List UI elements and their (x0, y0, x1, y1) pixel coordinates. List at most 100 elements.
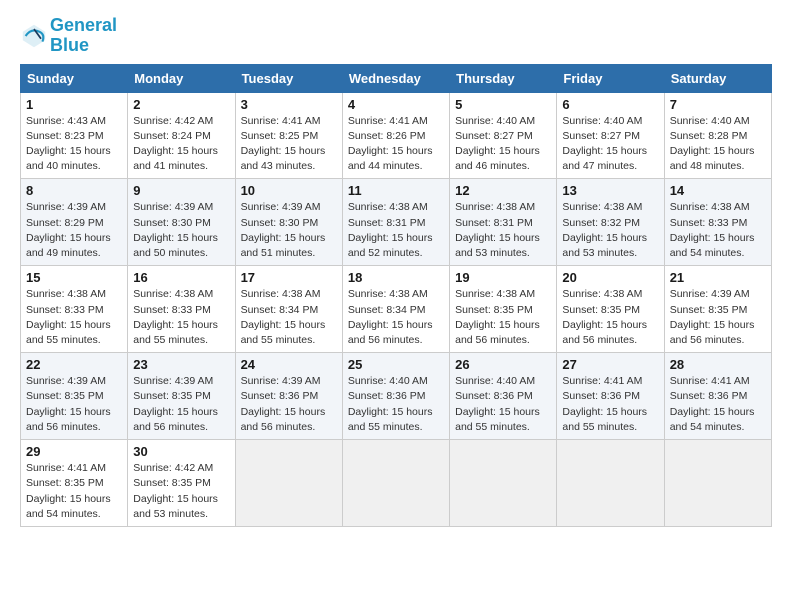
day-cell-6: 6 Sunrise: 4:40 AM Sunset: 8:27 PM Daylig… (557, 92, 664, 179)
day-cell-3: 3Sunrise: 4:41 AM Sunset: 8:25 PM Daylig… (235, 92, 342, 179)
day-info: Sunrise: 4:38 AM Sunset: 8:31 PM Dayligh… (348, 200, 444, 261)
day-cell-18: 18Sunrise: 4:38 AM Sunset: 8:34 PM Dayli… (342, 266, 449, 353)
day-number: 27 (562, 357, 658, 372)
day-info: Sunrise: 4:39 AM Sunset: 8:30 PM Dayligh… (241, 200, 337, 261)
day-cell-21: 21 Sunrise: 4:39 AM Sunset: 8:35 PM Dayli… (664, 266, 771, 353)
empty-cell (342, 440, 449, 527)
logo-text: General Blue (50, 16, 117, 56)
day-info: Sunrise: 4:39 AM Sunset: 8:35 PM Dayligh… (26, 374, 122, 435)
day-info: Sunrise: 4:42 AM Sunset: 8:24 PM Dayligh… (133, 114, 229, 175)
day-number: 4 (348, 97, 444, 112)
day-info: Sunrise: 4:38 AM Sunset: 8:33 PM Dayligh… (26, 287, 122, 348)
empty-cell (235, 440, 342, 527)
day-number: 15 (26, 270, 122, 285)
day-info: Sunrise: 4:41 AM Sunset: 8:36 PM Dayligh… (670, 374, 766, 435)
day-number: 12 (455, 183, 551, 198)
day-number: 5 (455, 97, 551, 112)
day-info: Sunrise: 4:40 AM Sunset: 8:36 PM Dayligh… (455, 374, 551, 435)
day-info: Sunrise: 4:42 AM Sunset: 8:35 PM Dayligh… (133, 461, 229, 522)
day-number: 20 (562, 270, 658, 285)
day-info: Sunrise: 4:38 AM Sunset: 8:33 PM Dayligh… (133, 287, 229, 348)
day-cell-24: 24 Sunrise: 4:39 AM Sunset: 8:36 PM Dayli… (235, 353, 342, 440)
day-number: 7 (670, 97, 766, 112)
day-number: 22 (26, 357, 122, 372)
week-row-3: 15 Sunrise: 4:38 AM Sunset: 8:33 PM Dayli… (21, 266, 772, 353)
day-number: 21 (670, 270, 766, 285)
day-info: Sunrise: 4:39 AM Sunset: 8:36 PM Dayligh… (241, 374, 337, 435)
day-info: Sunrise: 4:38 AM Sunset: 8:34 PM Dayligh… (241, 287, 337, 348)
day-number: 8 (26, 183, 122, 198)
day-cell-30: 30 Sunrise: 4:42 AM Sunset: 8:35 PM Dayli… (128, 440, 235, 527)
day-info: Sunrise: 4:41 AM Sunset: 8:26 PM Dayligh… (348, 114, 444, 175)
day-number: 29 (26, 444, 122, 459)
day-number: 26 (455, 357, 551, 372)
day-cell-28: 28 Sunrise: 4:41 AM Sunset: 8:36 PM Dayli… (664, 353, 771, 440)
logo-blue: Blue (50, 35, 89, 55)
day-cell-12: 12 Sunrise: 4:38 AM Sunset: 8:31 PM Dayli… (450, 179, 557, 266)
day-cell-1: 1 Sunrise: 4:43 AM Sunset: 8:23 PM Daylig… (21, 92, 128, 179)
col-header-monday: Monday (128, 64, 235, 92)
day-cell-27: 27 Sunrise: 4:41 AM Sunset: 8:36 PM Dayli… (557, 353, 664, 440)
day-info: Sunrise: 4:38 AM Sunset: 8:32 PM Dayligh… (562, 200, 658, 261)
header: General Blue (20, 16, 772, 56)
week-row-1: 1 Sunrise: 4:43 AM Sunset: 8:23 PM Daylig… (21, 92, 772, 179)
day-number: 10 (241, 183, 337, 198)
col-header-saturday: Saturday (664, 64, 771, 92)
day-cell-13: 13Sunrise: 4:38 AM Sunset: 8:32 PM Dayli… (557, 179, 664, 266)
day-number: 14 (670, 183, 766, 198)
day-info: Sunrise: 4:41 AM Sunset: 8:25 PM Dayligh… (241, 114, 337, 175)
empty-cell (557, 440, 664, 527)
day-info: Sunrise: 4:38 AM Sunset: 8:35 PM Dayligh… (455, 287, 551, 348)
day-number: 28 (670, 357, 766, 372)
day-cell-29: 29 Sunrise: 4:41 AM Sunset: 8:35 PM Dayli… (21, 440, 128, 527)
col-header-thursday: Thursday (450, 64, 557, 92)
day-number: 2 (133, 97, 229, 112)
day-cell-17: 17 Sunrise: 4:38 AM Sunset: 8:34 PM Dayli… (235, 266, 342, 353)
day-cell-26: 26 Sunrise: 4:40 AM Sunset: 8:36 PM Dayli… (450, 353, 557, 440)
day-cell-2: 2 Sunrise: 4:42 AM Sunset: 8:24 PM Daylig… (128, 92, 235, 179)
day-cell-15: 15 Sunrise: 4:38 AM Sunset: 8:33 PM Dayli… (21, 266, 128, 353)
day-info: Sunrise: 4:39 AM Sunset: 8:35 PM Dayligh… (670, 287, 766, 348)
week-row-2: 8 Sunrise: 4:39 AM Sunset: 8:29 PM Daylig… (21, 179, 772, 266)
day-number: 24 (241, 357, 337, 372)
day-cell-7: 7 Sunrise: 4:40 AM Sunset: 8:28 PM Daylig… (664, 92, 771, 179)
day-info: Sunrise: 4:40 AM Sunset: 8:28 PM Dayligh… (670, 114, 766, 175)
day-cell-23: 23 Sunrise: 4:39 AM Sunset: 8:35 PM Dayli… (128, 353, 235, 440)
empty-cell (664, 440, 771, 527)
day-cell-25: 25 Sunrise: 4:40 AM Sunset: 8:36 PM Dayli… (342, 353, 449, 440)
day-number: 11 (348, 183, 444, 198)
day-info: Sunrise: 4:40 AM Sunset: 8:36 PM Dayligh… (348, 374, 444, 435)
day-cell-9: 9 Sunrise: 4:39 AM Sunset: 8:30 PM Daylig… (128, 179, 235, 266)
logo-general: General (50, 15, 117, 35)
day-number: 1 (26, 97, 122, 112)
day-cell-14: 14 Sunrise: 4:38 AM Sunset: 8:33 PM Dayli… (664, 179, 771, 266)
day-info: Sunrise: 4:43 AM Sunset: 8:23 PM Dayligh… (26, 114, 122, 175)
day-info: Sunrise: 4:41 AM Sunset: 8:36 PM Dayligh… (562, 374, 658, 435)
day-info: Sunrise: 4:39 AM Sunset: 8:30 PM Dayligh… (133, 200, 229, 261)
day-info: Sunrise: 4:39 AM Sunset: 8:29 PM Dayligh… (26, 200, 122, 261)
day-info: Sunrise: 4:40 AM Sunset: 8:27 PM Dayligh… (455, 114, 551, 175)
day-number: 17 (241, 270, 337, 285)
day-number: 23 (133, 357, 229, 372)
day-cell-22: 22 Sunrise: 4:39 AM Sunset: 8:35 PM Dayli… (21, 353, 128, 440)
calendar-header-row: SundayMondayTuesdayWednesdayThursdayFrid… (21, 64, 772, 92)
week-row-4: 22 Sunrise: 4:39 AM Sunset: 8:35 PM Dayli… (21, 353, 772, 440)
day-info: Sunrise: 4:38 AM Sunset: 8:31 PM Dayligh… (455, 200, 551, 261)
day-cell-10: 10 Sunrise: 4:39 AM Sunset: 8:30 PM Dayli… (235, 179, 342, 266)
day-cell-11: 11 Sunrise: 4:38 AM Sunset: 8:31 PM Dayli… (342, 179, 449, 266)
day-cell-16: 16Sunrise: 4:38 AM Sunset: 8:33 PM Dayli… (128, 266, 235, 353)
day-number: 6 (562, 97, 658, 112)
day-info: Sunrise: 4:40 AM Sunset: 8:27 PM Dayligh… (562, 114, 658, 175)
day-info: Sunrise: 4:39 AM Sunset: 8:35 PM Dayligh… (133, 374, 229, 435)
day-number: 30 (133, 444, 229, 459)
logo: General Blue (20, 16, 117, 56)
day-number: 9 (133, 183, 229, 198)
day-info: Sunrise: 4:38 AM Sunset: 8:33 PM Dayligh… (670, 200, 766, 261)
day-number: 25 (348, 357, 444, 372)
col-header-sunday: Sunday (21, 64, 128, 92)
day-info: Sunrise: 4:38 AM Sunset: 8:35 PM Dayligh… (562, 287, 658, 348)
day-info: Sunrise: 4:41 AM Sunset: 8:35 PM Dayligh… (26, 461, 122, 522)
day-cell-4: 4 Sunrise: 4:41 AM Sunset: 8:26 PM Daylig… (342, 92, 449, 179)
day-number: 19 (455, 270, 551, 285)
week-row-5: 29 Sunrise: 4:41 AM Sunset: 8:35 PM Dayli… (21, 440, 772, 527)
